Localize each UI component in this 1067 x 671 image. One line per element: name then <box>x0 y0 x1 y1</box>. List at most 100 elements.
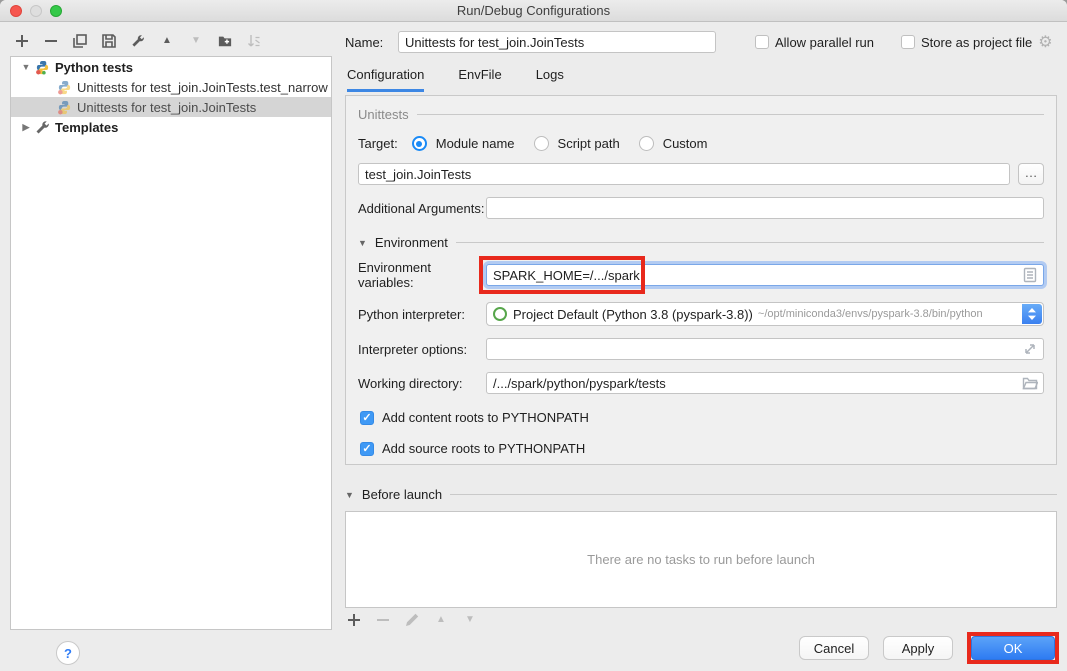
unittests-group-header: Unittests <box>358 107 1044 122</box>
tree-item-label: Templates <box>55 120 118 135</box>
python-interpreter-label: Python interpreter: <box>358 307 486 322</box>
unittests-group-title: Unittests <box>358 107 409 122</box>
interpreter-options-input[interactable] <box>486 338 1044 360</box>
move-down-icon[interactable]: ▼ <box>188 33 204 49</box>
allow-parallel-run-option[interactable]: Allow parallel run <box>755 35 874 50</box>
allow-parallel-run-checkbox[interactable] <box>755 35 769 49</box>
chevron-right-icon[interactable]: ▶ <box>19 122 33 133</box>
environment-variables-row: Environment variables: <box>358 260 1044 290</box>
window-title: Run/Debug Configurations <box>457 3 610 18</box>
before-launch-section-header[interactable]: ▼ Before launch <box>345 487 1057 502</box>
radio-custom-label: Custom <box>663 136 708 151</box>
chevron-down-icon[interactable]: ▼ <box>345 490 354 500</box>
store-as-project-file-option[interactable]: Store as project file <box>901 35 1032 50</box>
radio-module-name[interactable] <box>412 136 427 151</box>
store-as-project-file-checkbox[interactable] <box>901 35 915 49</box>
working-directory-label: Working directory: <box>358 376 486 391</box>
add-configuration-icon[interactable] <box>14 33 30 49</box>
folder-icon[interactable] <box>1022 375 1038 391</box>
wrench-icon <box>35 120 50 135</box>
radio-script-path[interactable] <box>534 136 549 151</box>
minimize-window-button[interactable] <box>30 5 42 17</box>
store-as-project-file-label: Store as project file <box>921 35 1032 50</box>
configurations-sidebar: ▲ ▼ ▼ Python tests Unittests for t <box>10 30 332 630</box>
tab-configuration[interactable]: Configuration <box>347 67 424 92</box>
additional-arguments-input[interactable] <box>486 197 1044 219</box>
run-debug-configurations-dialog: Run/Debug Configurations ▲ ▼ <box>0 0 1067 671</box>
zoom-window-button[interactable] <box>50 5 62 17</box>
footer-buttons: Cancel Apply OK <box>799 632 1059 664</box>
before-launch-empty-text: There are no tasks to run before launch <box>587 552 815 567</box>
ok-button[interactable]: OK <box>971 636 1055 660</box>
copy-configuration-icon[interactable] <box>72 33 88 49</box>
configurations-tree: ▼ Python tests Unittests for test_join.J… <box>10 56 332 630</box>
chevron-down-icon[interactable]: ▼ <box>358 238 367 248</box>
move-task-down-icon[interactable]: ▼ <box>463 613 477 627</box>
target-row: Target: Module name Script path Custom <box>358 136 1044 151</box>
browse-variables-icon[interactable] <box>1022 267 1038 283</box>
radio-custom[interactable] <box>639 136 654 151</box>
python-interpreter-select[interactable]: Project Default (Python 3.8 (pyspark-3.8… <box>486 302 1044 326</box>
apply-button[interactable]: Apply <box>883 636 953 660</box>
conda-environment-icon <box>493 307 507 321</box>
add-content-roots-checkbox[interactable]: ✓ <box>360 411 374 425</box>
working-directory-row: Working directory: <box>358 372 1044 394</box>
tab-envfile[interactable]: EnvFile <box>458 67 501 92</box>
browse-module-button[interactable]: … <box>1018 163 1044 185</box>
add-task-icon[interactable] <box>347 613 361 627</box>
tree-item-templates[interactable]: ▶ Templates <box>11 117 331 137</box>
tab-bar: Configuration EnvFile Logs <box>345 67 1057 92</box>
module-name-input[interactable] <box>358 163 1010 185</box>
tab-logs[interactable]: Logs <box>536 67 564 92</box>
add-source-roots-checkbox[interactable]: ✓ <box>360 442 374 456</box>
name-row: Name: Allow parallel run Store as projec… <box>345 30 1057 54</box>
environment-section-header[interactable]: ▼ Environment <box>358 235 1044 250</box>
dropdown-chevrons-icon[interactable] <box>1022 304 1042 324</box>
before-launch-label: Before launch <box>362 487 442 502</box>
name-input[interactable] <box>398 31 716 53</box>
additional-arguments-label: Additional Arguments: <box>358 201 486 216</box>
python-interpreter-path: ~/opt/miniconda3/envs/pyspark-3.8/bin/py… <box>758 308 983 320</box>
name-label: Name: <box>345 35 398 50</box>
python-interpreter-value: Project Default (Python 3.8 (pyspark-3.8… <box>513 307 753 322</box>
sort-alphabetically-icon[interactable] <box>246 33 262 49</box>
target-label: Target: <box>358 136 398 151</box>
working-directory-input[interactable] <box>486 372 1044 394</box>
environment-variables-field <box>486 264 1044 286</box>
divider <box>450 494 1057 495</box>
tree-item-label: Unittests for test_join.JoinTests <box>77 100 256 115</box>
sidebar-toolbar: ▲ ▼ <box>10 30 332 52</box>
move-task-up-icon[interactable]: ▲ <box>434 613 448 627</box>
chevron-down-icon[interactable]: ▼ <box>19 62 33 72</box>
radio-module-name-label: Module name <box>436 136 515 151</box>
close-window-button[interactable] <box>10 5 22 17</box>
move-up-icon[interactable]: ▲ <box>159 33 175 49</box>
edit-task-icon[interactable] <box>405 613 419 627</box>
add-content-roots-option[interactable]: ✓ Add content roots to PYTHONPATH <box>360 410 1044 425</box>
environment-variables-input[interactable] <box>486 264 1044 286</box>
tree-item-python-tests[interactable]: ▼ Python tests <box>11 57 331 77</box>
python-interpreter-row: Python interpreter: Project Default (Pyt… <box>358 302 1044 326</box>
save-configuration-icon[interactable] <box>101 33 117 49</box>
add-source-roots-label: Add source roots to PYTHONPATH <box>382 441 585 456</box>
gear-icon[interactable]: ⚙ <box>1038 32 1052 52</box>
divider <box>417 114 1044 115</box>
tree-item-unittest-narrow[interactable]: Unittests for test_join.JoinTests.test_n… <box>11 77 331 97</box>
red-highlight-annotation-ok: OK <box>967 632 1059 664</box>
remove-task-icon[interactable] <box>376 613 390 627</box>
expand-icon[interactable] <box>1022 341 1038 357</box>
title-bar: Run/Debug Configurations <box>0 0 1067 22</box>
cancel-button[interactable]: Cancel <box>799 636 869 660</box>
environment-section-label: Environment <box>375 235 448 250</box>
add-source-roots-option[interactable]: ✓ Add source roots to PYTHONPATH <box>360 441 1044 456</box>
before-launch-toolbar: ▲ ▼ <box>345 612 1057 628</box>
environment-variables-label: Environment variables: <box>358 260 486 290</box>
edit-templates-icon[interactable] <box>130 33 146 49</box>
target-radio-group: Module name Script path Custom <box>412 136 718 151</box>
new-folder-icon[interactable] <box>217 33 233 49</box>
before-launch-task-list: There are no tasks to run before launch <box>345 511 1057 608</box>
tree-item-unittest-jointests[interactable]: Unittests for test_join.JoinTests <box>11 97 331 117</box>
remove-configuration-icon[interactable] <box>43 33 59 49</box>
help-button[interactable]: ? <box>56 641 80 665</box>
allow-parallel-run-label: Allow parallel run <box>775 35 874 50</box>
